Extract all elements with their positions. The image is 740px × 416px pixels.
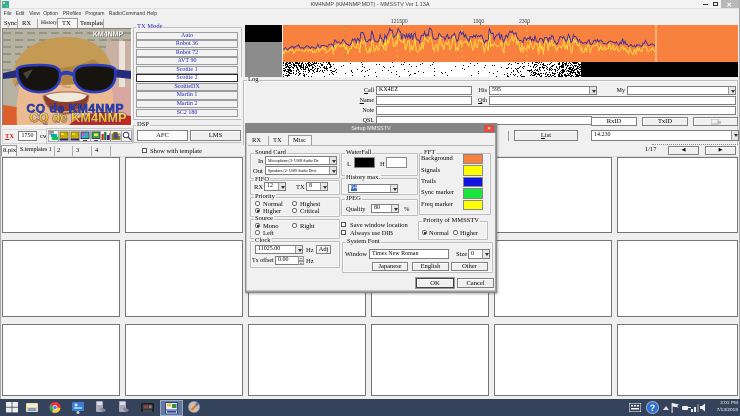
svg-text:KM4NMP: KM4NMP (93, 32, 124, 39)
svg-text:CQ de KM4NMP: CQ de KM4NMP (30, 111, 127, 125)
